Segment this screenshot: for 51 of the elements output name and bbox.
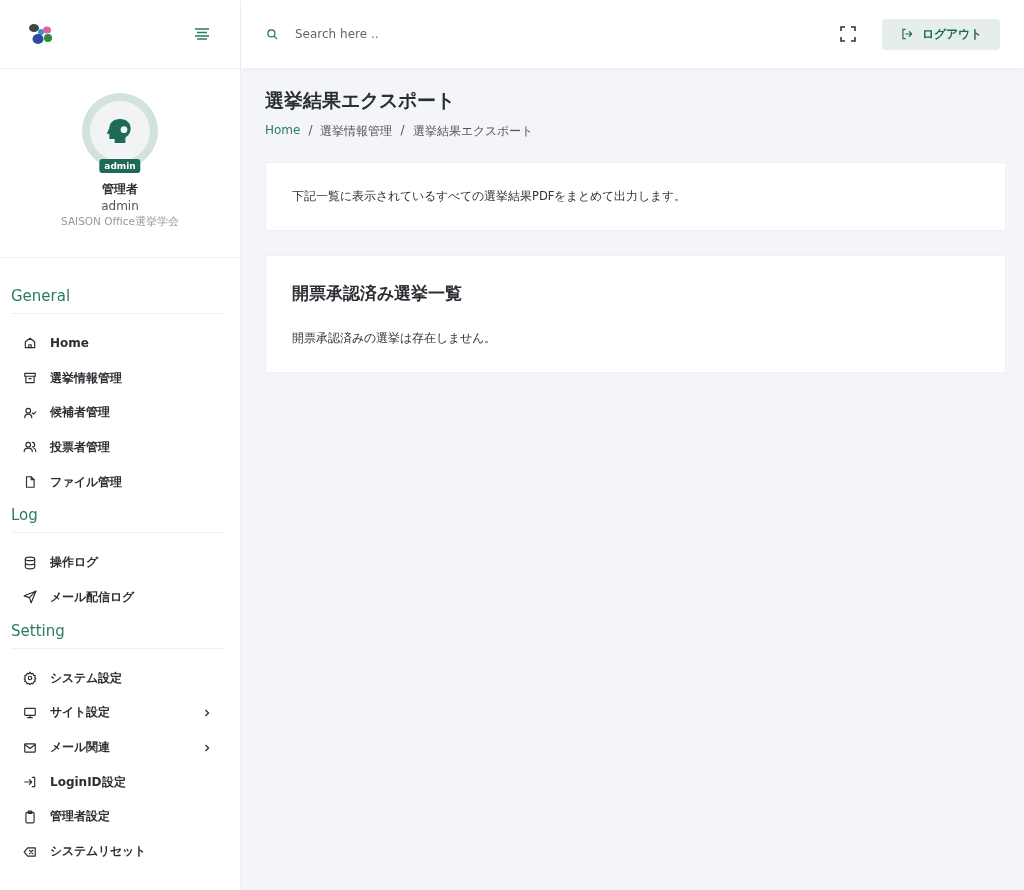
sidebar-item[interactable]: LoginID設定 [11,764,224,800]
home-icon [23,336,37,351]
monitor-icon [23,705,37,720]
sidebar-item[interactable]: 選挙情報管理 [11,360,224,396]
sidebar-item[interactable]: 投票者管理 [11,430,224,465]
section-heading: Log [11,506,38,525]
sidebar-item[interactable]: ファイル管理 [11,464,224,500]
section-heading: General [11,287,71,305]
fullscreen-icon[interactable] [840,26,856,42]
sidebar-item[interactable]: 候補者管理 [11,395,224,431]
sidebar-item[interactable]: メール配信ログ [11,580,224,615]
gear-icon [23,671,37,686]
sidebar-item[interactable]: 管理者設定 [11,799,224,835]
sidebar-item[interactable]: Home [11,326,224,361]
backspace-icon [23,844,37,859]
section-heading: Setting [11,621,65,640]
paper-plane-icon [23,590,37,605]
users-icon [23,440,37,455]
breadcrumb-link[interactable]: 選挙情報管理 [320,123,393,140]
user-role: 管理者 [102,181,138,198]
card-text: 下記一覧に表示されているすべての選挙結果PDFをまとめて出力します。 [292,189,688,204]
chevron-right-icon [202,742,212,753]
logout-icon [900,27,914,41]
clipboard-icon [23,809,37,824]
card-heading: 開票承認済み選挙一覧 [292,282,463,305]
envelope-icon [23,740,37,755]
chevron-right-icon [202,707,212,718]
user-check-icon [23,405,37,420]
breadcrumb-current: 選挙結果エクスポート [412,123,533,140]
role-badge: admin [99,159,141,173]
file-icon [23,475,37,490]
logout-button[interactable]: ログアウト [882,18,1000,50]
login-arrow-icon [23,775,37,790]
sidebar-item[interactable]: メール関連 [11,730,224,765]
page-title: 選挙結果エクスポート [265,88,456,113]
sidebar-item[interactable]: システム設定 [11,660,224,696]
archive-box-icon [23,371,37,386]
username: admin [101,199,139,213]
breadcrumb-separator: / [308,123,313,139]
card-text: 開票承認済みの選挙は存在しません。 [292,331,497,346]
sidebar-item[interactable]: 操作ログ [11,545,224,581]
organization-name: SAISON Office選挙学会 [61,215,179,229]
sidebar-item[interactable]: システムリセット [11,834,224,869]
database-icon [23,555,37,570]
search-field[interactable]: Search here .. [293,26,537,42]
breadcrumb-link[interactable]: Home [265,123,301,140]
menu-icon[interactable] [194,28,210,40]
sidebar-item[interactable]: サイト設定 [11,695,224,731]
logo-icon [28,23,54,45]
search-icon [265,27,279,41]
breadcrumb-separator: / [400,123,405,139]
